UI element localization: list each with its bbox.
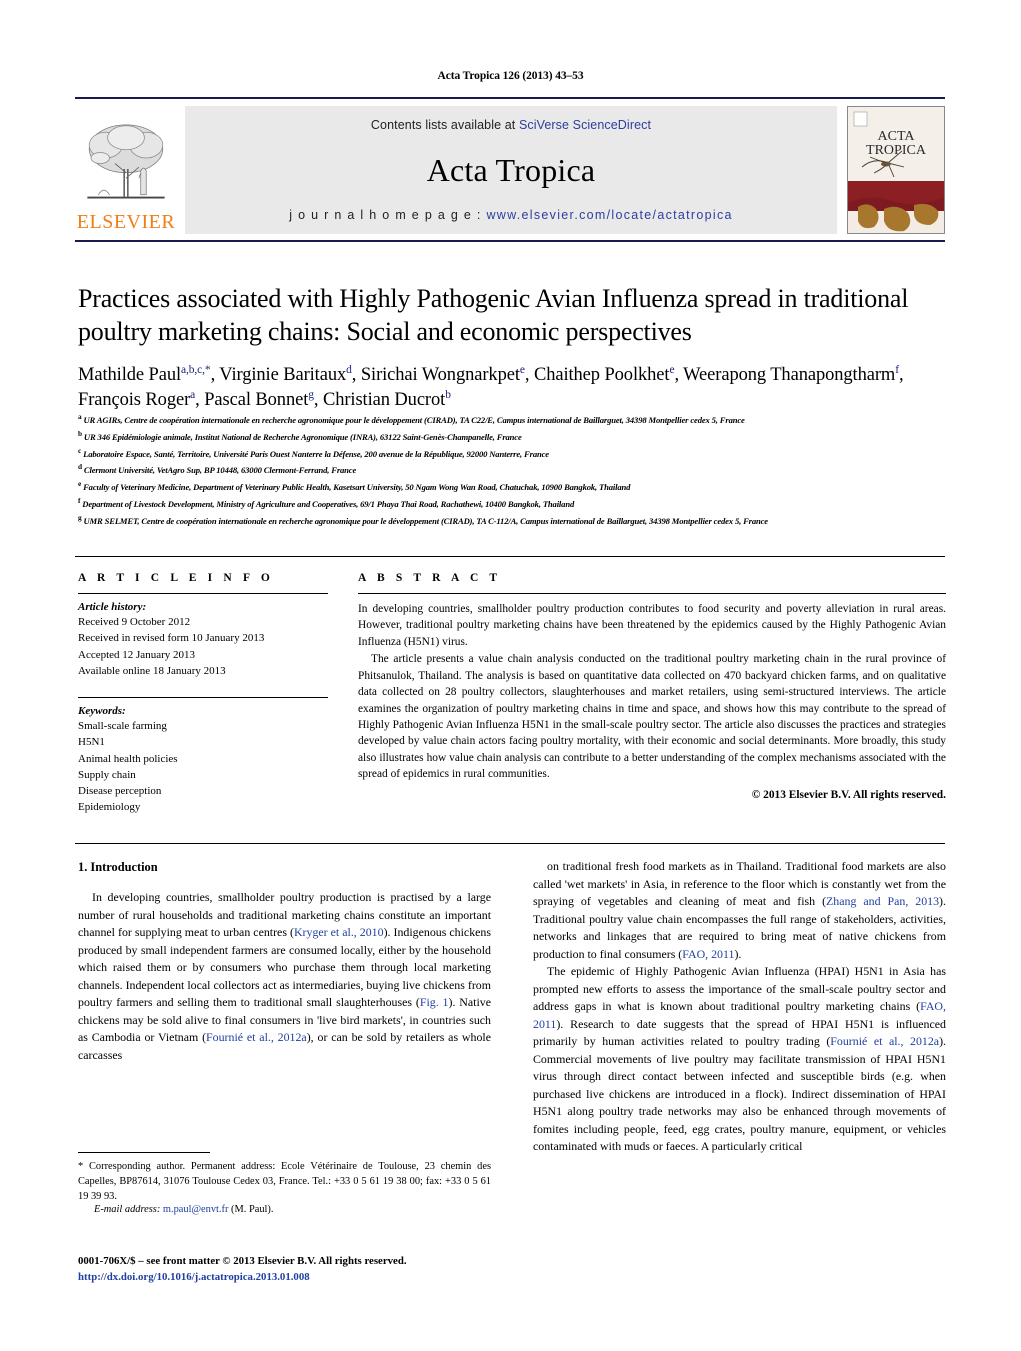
article-history-label: Article history: [78,601,147,613]
author-affiliation-mark: b [445,389,451,402]
affiliation-item: g UMR SELMET, Centre de coopération inte… [78,512,768,526]
keywords-label: Keywords: [78,705,126,718]
author-name: Weerapong Thanapongtharmf [683,363,899,385]
author-name: Pascal Bonnetg [204,389,314,411]
history-accepted: Accepted 12 January 2013 [78,648,195,661]
author-separator: , [898,364,904,385]
affiliation-mark: c [78,445,82,455]
affiliation-mark: f [78,495,81,505]
journal-article-page: Acta Tropica 126 (2013) 43–53 ELSEVIER C… [0,0,1021,1351]
author-separator: , [210,364,220,385]
author-separator: , [351,364,361,385]
affiliation-item: c Laboratoire Espace, Santé, Territoire,… [78,445,549,459]
corresponding-author-note: * Corresponding author. Permanent addres… [78,1161,491,1202]
affiliation-mark: e [78,479,82,489]
affiliation-mark: a [78,412,82,421]
author-name: Sirichai Wongnarkpete [360,363,525,385]
affiliation-item: d Clermont Université, VetAgro Sup, BP 1… [78,462,357,476]
abstract-heading: A B S T R A C T [358,572,502,584]
issn-line: 0001-706X/$ – see front matter © 2013 El… [78,1255,407,1267]
author-affiliation-mark: a,b,c,* [181,363,211,376]
abstract-paragraph-2: The article presents a value chain analy… [358,653,946,781]
elsevier-logo: ELSEVIER [75,106,177,234]
running-head: Acta Tropica 126 (2013) 43–53 [437,70,584,82]
keyword-item: Supply chain [78,768,136,781]
history-revised: Received in revised form 10 January 2013 [78,632,265,645]
author-name: Mathilde Paula,b,c,* [78,363,211,385]
affiliation-item: b UR 346 Epidémiologie animale, Institut… [78,428,522,442]
author-name: Chaithep Poolkhete [533,363,675,385]
journal-cover-thumbnail: ACTA TROPICA [847,106,945,234]
keywords-rule [78,697,328,699]
masthead-center-panel: Contents lists available at SciVerse Sci… [185,106,837,234]
article-info-rule [78,593,328,594]
affiliation-item: e Faculty of Veterinary Medicine, Depart… [78,479,631,492]
footnote-block: * Corresponding author. Permanent addres… [78,1152,491,1215]
abstract-paragraph-1: In developing countries, smallholder pou… [358,603,946,648]
author-separator: , [313,390,323,411]
author-separator: , [674,364,684,385]
author-list: Mathilde Paula,b,c,*, Virginie Baritauxd… [78,363,948,414]
issn-copyright-block: 0001-706X/$ – see front matter © 2013 El… [78,1253,508,1285]
intro-paragraph-left: In developing countries, smallholder pou… [78,890,491,1062]
article-info-heading: A R T I C L E I N F O [78,572,274,584]
abstract-rule [358,593,946,594]
email-label: E-mail address: [94,1204,161,1216]
journal-homepage-line: j o u r n a l h o m e p a g e : www.else… [289,208,733,222]
abstract-copyright: © 2013 Elsevier B.V. All rights reserved… [751,788,946,801]
author-name: Christian Ducrotb [322,389,451,411]
history-available-online: Available online 18 January 2013 [78,664,226,677]
affiliation-mark: d [78,462,82,472]
contents-available-line: Contents lists available at SciVerse Sci… [371,118,651,132]
elsevier-tree-icon [87,124,165,199]
sciencedirect-link[interactable]: SciVerse ScienceDirect [519,118,651,132]
cover-artwork: ACTA TROPICA [848,107,944,233]
keyword-item: H5N1 [78,736,105,749]
title-block: Practices associated with Highly Pathoge… [78,282,948,414]
body-right-column: on traditional fresh food markets as in … [533,858,946,1156]
keyword-item: Disease perception [78,785,162,798]
footnote-rule [78,1152,210,1153]
homepage-prefix: j o u r n a l h o m e p a g e : [289,208,487,222]
svg-text:ACTA: ACTA [878,129,916,144]
journal-title: Acta Tropica [426,151,596,188]
info-band-bottom-rule [75,843,945,844]
section-heading-introduction: 1. Introduction [78,860,158,874]
email-note: E-mail address: m.paul@envt.fr (M. Paul)… [78,1204,491,1215]
info-band-top-rule [75,556,945,557]
masthead-bottom-rule [75,240,945,242]
author-separator: , [195,390,205,411]
keyword-item: Animal health policies [78,752,178,765]
affiliation-mark: g [78,512,82,522]
history-received: Received 9 October 2012 [78,616,191,628]
contents-prefix: Contents lists available at [370,118,519,132]
journal-homepage-link[interactable]: www.elsevier.com/locate/actatropica [486,208,732,222]
keyword-item: Epidemiology [78,801,141,814]
article-info-column: A R T I C L E I N F O Article history: R… [78,572,328,816]
author-name: François Rogera [78,389,196,411]
doi-link[interactable]: http://dx.doi.org/10.1016/j.actatropica.… [78,1269,508,1285]
author-name: Virginie Baritauxd [219,363,352,385]
intro-paragraph-right: on traditional fresh food markets as in … [533,859,946,1153]
journal-masthead: ELSEVIER Contents lists available at Sci… [75,97,945,242]
affiliation-list: a UR AGIRs, Centre de coopération intern… [78,411,958,528]
elsevier-wordmark: ELSEVIER [76,211,176,233]
affiliation-mark: b [78,428,82,438]
keyword-item: Small-scale farming [78,720,167,733]
affiliation-item: a UR AGIRs, Centre de coopération intern… [78,412,745,425]
author-separator: , [524,364,534,385]
affiliation-item: f Department of Livestock Development, M… [78,495,575,509]
body-left-column: 1. Introduction In developing countries,… [78,858,491,1064]
abstract-column: A B S T R A C T In developing countries,… [358,572,946,801]
page-title: Practices associated with Highly Pathoge… [78,284,909,347]
email-owner: (M. Paul). [231,1204,274,1216]
email-link[interactable]: m.paul@envt.fr [163,1204,229,1215]
